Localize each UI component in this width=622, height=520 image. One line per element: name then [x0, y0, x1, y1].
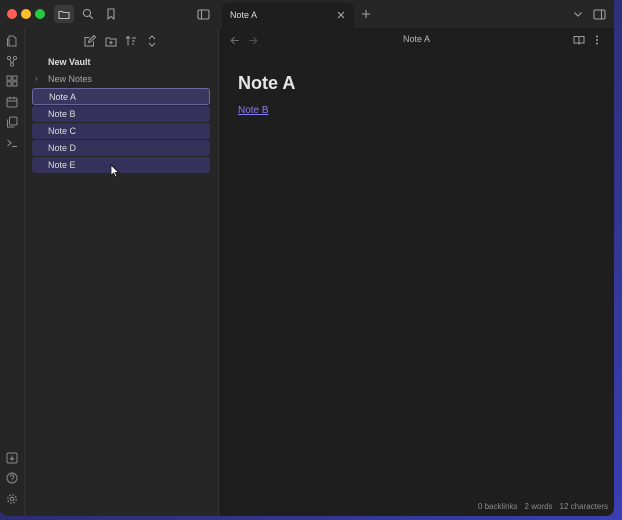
file-label: Note A	[49, 92, 77, 102]
file-label: Note E	[48, 160, 76, 170]
files-icon	[7, 35, 17, 47]
settings-icon	[7, 494, 17, 504]
right-sidebar-toggle-icon	[592, 8, 606, 20]
help-button[interactable]	[5, 471, 19, 485]
templates-button[interactable]	[5, 115, 19, 129]
toggle-right-sidebar-button[interactable]	[589, 5, 609, 23]
internal-link-note-b[interactable]: Note B	[238, 105, 269, 116]
sidebar-toggle-icon	[196, 8, 210, 20]
new-note-button[interactable]	[82, 33, 98, 49]
file-item-note-c[interactable]: Note C	[32, 123, 210, 139]
view-header-title[interactable]: Note A	[219, 34, 614, 44]
more-vertical-icon	[596, 35, 598, 45]
collapse-all-button[interactable]	[144, 33, 160, 49]
open-another-vault-button[interactable]	[5, 451, 19, 465]
word-count[interactable]: 2 words	[525, 502, 553, 511]
file-item-note-e[interactable]: Note E	[32, 157, 210, 173]
new-note-icon	[84, 35, 96, 47]
editor-pane: Note A Note A Note B 0 backlinks 2 words…	[219, 28, 614, 516]
calendar-icon	[6, 96, 18, 108]
title-bar: Note A	[0, 0, 614, 28]
open-files-button[interactable]	[5, 34, 19, 48]
left-ribbon	[0, 28, 25, 516]
more-options-button[interactable]	[590, 33, 604, 47]
canvas-button[interactable]	[5, 74, 19, 88]
sort-button[interactable]	[123, 33, 139, 49]
backlinks-count[interactable]: 0 backlinks	[478, 502, 518, 511]
search-button[interactable]	[78, 5, 98, 23]
file-item-note-d[interactable]: Note D	[32, 140, 210, 156]
mouse-pointer-icon	[110, 164, 120, 178]
bookmarks-button[interactable]	[101, 5, 121, 23]
command-palette-button[interactable]	[5, 136, 19, 150]
graph-icon	[6, 55, 18, 67]
file-explorer-button[interactable]	[54, 5, 74, 23]
file-label: Note B	[48, 109, 76, 119]
folder-icon	[58, 10, 70, 19]
templates-icon	[7, 116, 18, 128]
folder-label: New Notes	[48, 74, 93, 84]
app-window: Note A New Vault › New Notes Note A Note…	[0, 0, 614, 516]
canvas-icon	[6, 75, 18, 87]
book-open-icon	[573, 36, 585, 45]
zoom-window-button[interactable]	[35, 9, 45, 19]
file-label: Note D	[48, 143, 77, 153]
note-heading: Note A	[238, 73, 296, 93]
file-explorer: New Vault › New Notes Note A Note B Note…	[25, 28, 219, 516]
reading-view-button[interactable]	[572, 33, 586, 47]
vault-name: New Vault	[48, 57, 91, 67]
chevron-down-icon	[574, 12, 582, 17]
chevron-right-icon: ›	[35, 74, 38, 83]
minimize-window-button[interactable]	[21, 9, 31, 19]
new-folder-button[interactable]	[103, 33, 119, 49]
sort-icon	[125, 35, 136, 46]
new-folder-icon	[105, 37, 117, 46]
plus-icon	[362, 10, 370, 18]
file-label: Note C	[48, 126, 77, 136]
character-count: 12 characters	[559, 502, 608, 511]
file-item-note-a[interactable]: Note A	[32, 88, 210, 105]
close-window-button[interactable]	[7, 9, 17, 19]
search-icon	[82, 8, 94, 20]
file-item-note-b[interactable]: Note B	[32, 106, 210, 122]
folder-new-notes[interactable]: › New Notes	[32, 73, 212, 87]
daily-note-button[interactable]	[5, 95, 19, 109]
collapse-icon	[148, 35, 156, 47]
close-icon	[337, 11, 345, 19]
bookmark-icon	[107, 8, 115, 20]
status-bar: 0 backlinks 2 words 12 characters	[478, 502, 608, 511]
toggle-left-sidebar-button[interactable]	[193, 5, 213, 23]
tab-note-a[interactable]: Note A	[222, 3, 354, 28]
new-tab-button[interactable]	[356, 5, 376, 23]
tab-close-button[interactable]	[334, 8, 348, 22]
tab-list-button[interactable]	[568, 5, 588, 23]
help-icon	[6, 472, 18, 484]
settings-button[interactable]	[5, 492, 19, 506]
graph-view-button[interactable]	[5, 54, 19, 68]
tab-title: Note A	[230, 10, 258, 20]
terminal-icon	[7, 139, 17, 148]
vault-switch-icon	[6, 452, 18, 464]
